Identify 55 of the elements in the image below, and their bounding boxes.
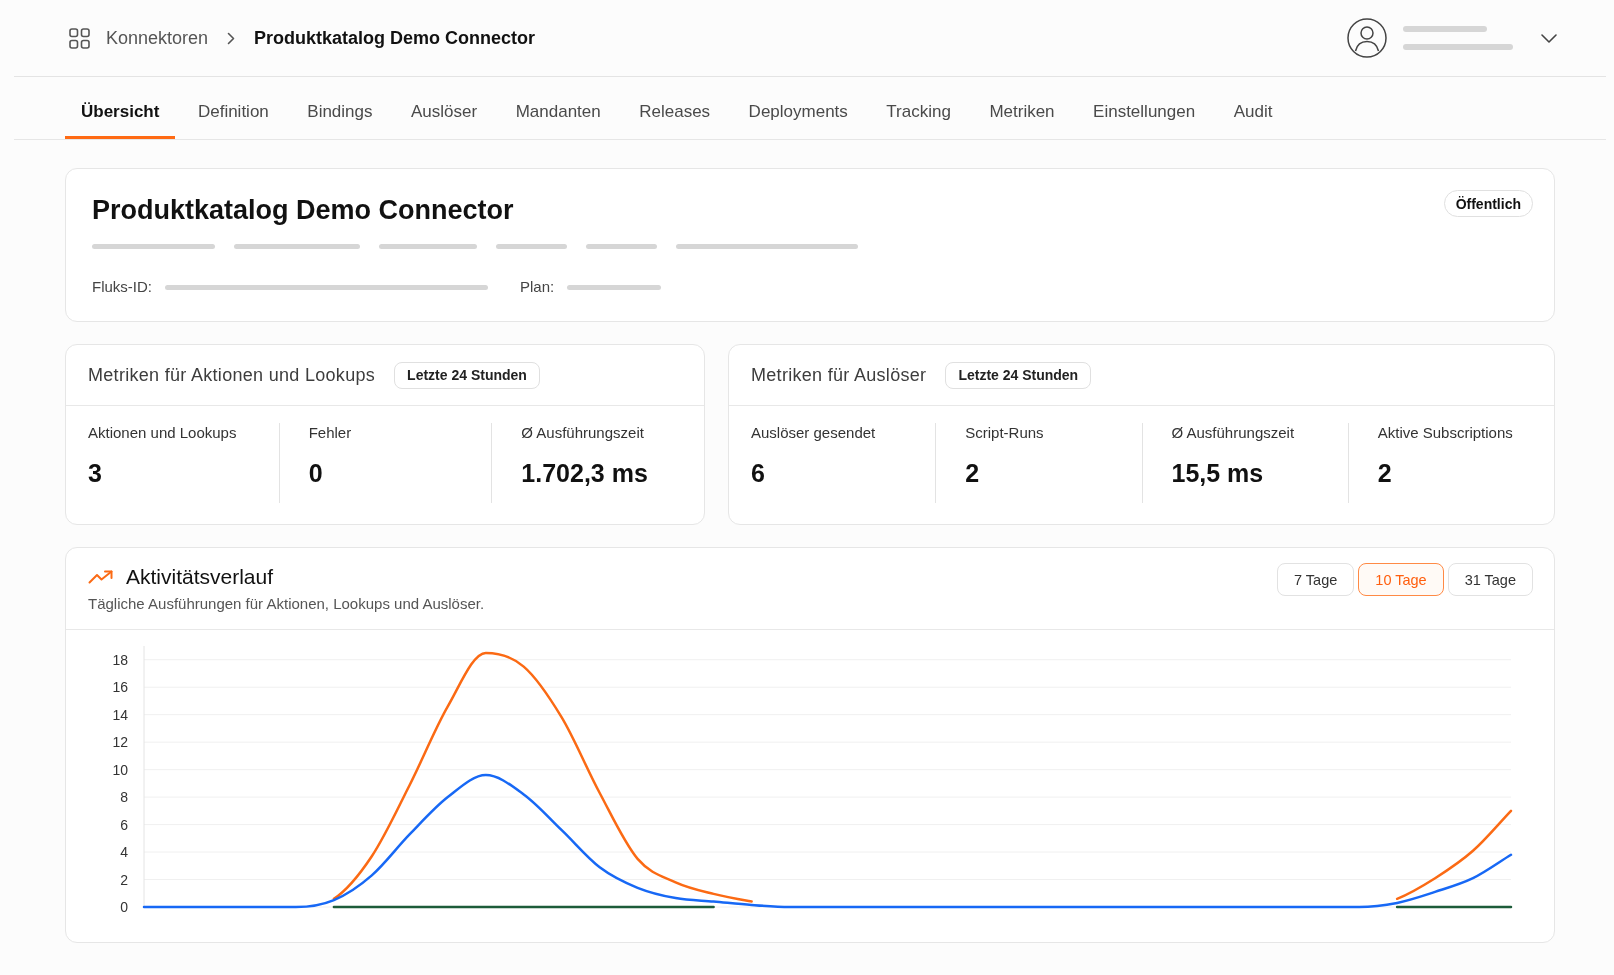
tab[interactable]: Übersicht [65, 77, 176, 139]
stat-label: Ø Ausführungszeit [521, 423, 644, 443]
placeholder-bar [586, 244, 657, 249]
field-label: Plan: [520, 277, 555, 297]
panel-title: Metriken für Aktionen und Lookups [88, 364, 376, 386]
user-avatar-icon [1347, 18, 1387, 58]
stat-value: 2 [1377, 458, 1392, 488]
chevron-right-icon [227, 31, 236, 45]
section-title: Aktivitätsverlauf [126, 565, 274, 589]
period-badge: Letzte 24 Stunden [945, 361, 1092, 389]
y-axis-label: 18 [112, 651, 128, 668]
stat-label: Fehler [308, 423, 352, 443]
stat-value: 3 [88, 458, 102, 488]
placeholder-bar [496, 244, 567, 249]
stat-value: 6 [751, 458, 765, 488]
stat-label: Aktive Subscriptions [1377, 423, 1513, 443]
y-axis-label: 8 [120, 789, 128, 806]
stat-value: 1.702,3 ms [521, 458, 648, 488]
stat-label: Script-Runs [965, 423, 1044, 443]
y-axis-label: 12 [112, 734, 128, 751]
tab[interactable]: Mandanten [499, 77, 617, 139]
tab[interactable]: Auslöser [395, 77, 494, 139]
stat-label: Aktionen und Lookups [88, 423, 237, 443]
y-axis-label: 10 [112, 761, 128, 778]
connector-title: Produktkatalog Demo Connector [92, 194, 514, 226]
tab[interactable]: Audit [1217, 77, 1289, 139]
tab[interactable]: Releases [623, 77, 727, 139]
range-button[interactable]: 7 Tage [1277, 563, 1355, 596]
y-axis-label: 4 [120, 844, 128, 861]
tab[interactable]: Einstellungen [1077, 77, 1212, 139]
tab[interactable]: Tracking [870, 77, 967, 139]
range-button[interactable]: 31 Tage [1447, 563, 1533, 596]
stat-label: Ø Ausführungszeit [1171, 423, 1295, 443]
tab[interactable]: Metriken [973, 77, 1071, 139]
y-axis-label: 0 [120, 899, 128, 915]
chevron-down-icon [1541, 33, 1557, 43]
tab[interactable]: Bindings [291, 77, 389, 139]
stat-value: 2 [965, 458, 980, 488]
grid-icon [69, 27, 90, 49]
breadcrumb-current: Produktkatalog Demo Connector [254, 27, 536, 49]
y-axis-label: 16 [112, 679, 128, 696]
y-axis-label: 6 [120, 816, 128, 833]
stat-value: 15,5 ms [1171, 458, 1264, 488]
breadcrumb-link[interactable]: Konnektoren [106, 27, 209, 49]
tab[interactable]: Deployments [732, 77, 864, 139]
section-subtitle: Tägliche Ausführungen für Aktionen, Lookups und Auslöser. [88, 594, 485, 614]
y-axis-label: 2 [120, 871, 128, 888]
stat-label: Auslöser gesendet [751, 423, 876, 443]
trend-up-icon [88, 570, 113, 584]
stat-value: 0 [308, 458, 323, 488]
period-badge: Letzte 24 Stunden [394, 361, 540, 389]
panel-title: Metriken für Auslöser [751, 364, 927, 386]
y-axis-label: 14 [112, 706, 128, 723]
field-label: Fluks-ID: [92, 277, 152, 297]
tab[interactable]: Definition [181, 77, 285, 139]
